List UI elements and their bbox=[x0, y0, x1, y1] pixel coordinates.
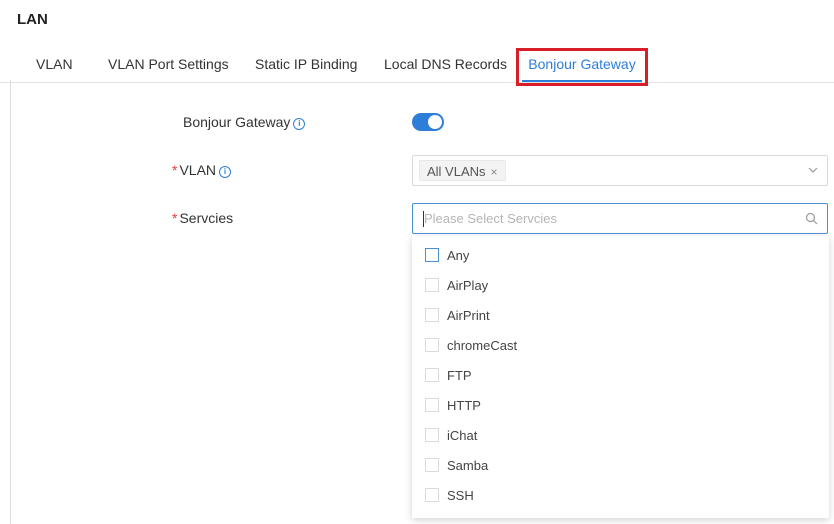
search-icon[interactable] bbox=[805, 212, 818, 225]
vlan-label: VLAN bbox=[179, 162, 217, 178]
services-search-box[interactable] bbox=[412, 203, 828, 234]
tab-vlan[interactable]: VLAN bbox=[36, 46, 73, 82]
checkbox[interactable] bbox=[425, 368, 439, 382]
checkbox[interactable] bbox=[425, 308, 439, 322]
service-option-samba[interactable]: Samba bbox=[412, 451, 829, 481]
checkbox[interactable] bbox=[425, 278, 439, 292]
checkbox[interactable] bbox=[425, 398, 439, 412]
left-border bbox=[10, 80, 11, 524]
section-title: LAN bbox=[17, 11, 48, 28]
checkbox[interactable] bbox=[425, 428, 439, 442]
required-marker: * bbox=[172, 162, 178, 178]
vlan-select[interactable]: All VLANs × bbox=[412, 155, 828, 186]
service-option-airplay[interactable]: AirPlay bbox=[412, 271, 829, 301]
service-option-ssh[interactable]: SSH bbox=[412, 481, 829, 511]
checkbox[interactable] bbox=[425, 248, 439, 262]
option-label: iChat bbox=[447, 428, 478, 443]
vlan-tag-label: All VLANs bbox=[427, 164, 486, 179]
option-label: AirPrint bbox=[447, 308, 490, 323]
service-option-chromecast[interactable]: chromeCast bbox=[412, 331, 829, 361]
service-option-airprint[interactable]: AirPrint bbox=[412, 301, 829, 331]
service-option-ichat[interactable]: iChat bbox=[412, 421, 829, 451]
checkbox[interactable] bbox=[425, 338, 439, 352]
option-label: AirPlay bbox=[447, 278, 489, 293]
option-label: FTP bbox=[447, 368, 472, 383]
bonjour-gateway-label: Bonjour Gateway bbox=[183, 114, 291, 130]
info-icon[interactable]: i bbox=[293, 118, 306, 130]
bonjour-gateway-toggle[interactable] bbox=[412, 113, 444, 131]
services-label: Servcies bbox=[179, 210, 234, 226]
option-label: SSH bbox=[447, 488, 474, 503]
tab-local-dns-records[interactable]: Local DNS Records bbox=[384, 46, 507, 82]
vlan-tag: All VLANs × bbox=[419, 160, 506, 181]
close-icon[interactable]: × bbox=[491, 165, 498, 179]
bonjour-gateway-label-row: Bonjour Gateway i bbox=[183, 114, 306, 130]
chevron-down-icon bbox=[808, 167, 818, 173]
required-marker: * bbox=[172, 210, 178, 226]
service-option-any[interactable]: Any bbox=[412, 241, 829, 271]
toggle-knob bbox=[428, 115, 442, 129]
services-search-input[interactable] bbox=[413, 204, 793, 233]
tab-static-ip-binding[interactable]: Static IP Binding bbox=[255, 46, 357, 82]
services-label-row: * Servcies bbox=[172, 210, 233, 226]
tab-vlan-port-settings[interactable]: VLAN Port Settings bbox=[108, 46, 229, 82]
tab-bar: VLAN VLAN Port Settings Static IP Bindin… bbox=[0, 46, 834, 83]
checkbox[interactable] bbox=[425, 458, 439, 472]
info-icon[interactable]: i bbox=[219, 166, 232, 178]
service-option-http[interactable]: HTTP bbox=[412, 391, 829, 421]
tab-bonjour-gateway[interactable]: Bonjour Gateway bbox=[522, 46, 642, 82]
option-label: Any bbox=[447, 248, 470, 263]
lan-page: LAN VLAN VLAN Port Settings Static IP Bi… bbox=[0, 0, 834, 524]
vlan-label-row: * VLAN i bbox=[172, 162, 232, 178]
services-dropdown: Any AirPlay AirPrint chromeCast FTP HTTP… bbox=[412, 236, 829, 518]
option-label: Samba bbox=[447, 458, 489, 473]
service-option-ftp[interactable]: FTP bbox=[412, 361, 829, 391]
checkbox[interactable] bbox=[425, 488, 439, 502]
option-label: HTTP bbox=[447, 398, 481, 413]
option-label: chromeCast bbox=[447, 338, 518, 353]
text-caret bbox=[423, 211, 424, 227]
